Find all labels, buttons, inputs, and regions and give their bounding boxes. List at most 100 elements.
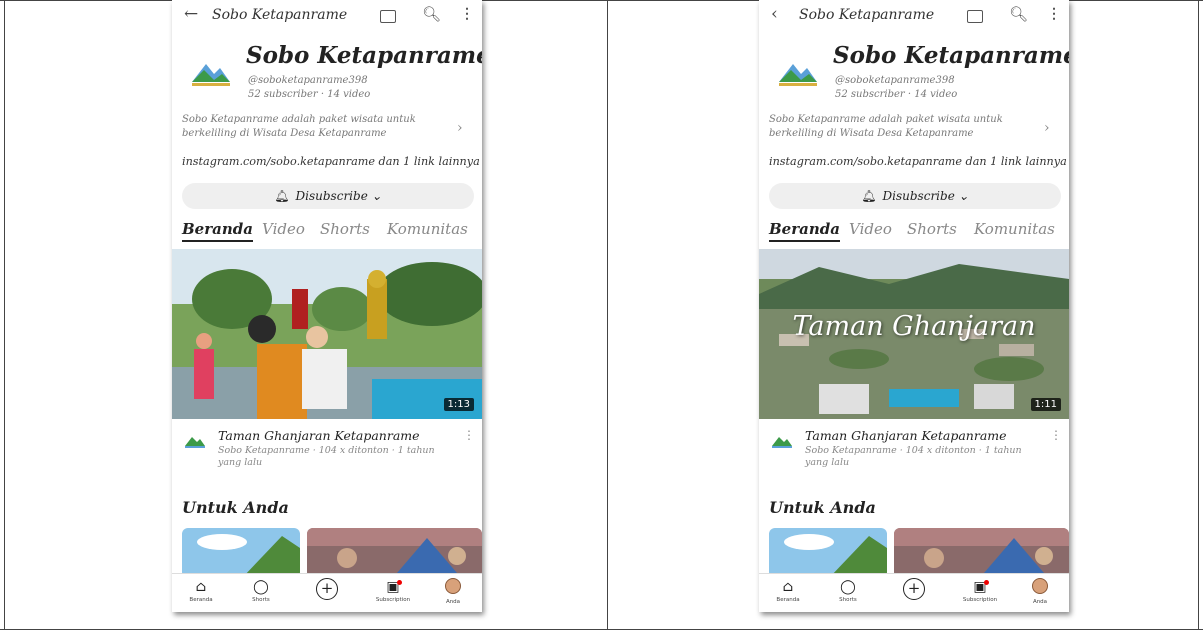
recommendation-image: [769, 528, 887, 578]
more-vert-icon[interactable]: ⋮: [1047, 6, 1061, 22]
more-vert-icon[interactable]: ⋮: [460, 6, 474, 22]
table-right-border: [1198, 0, 1199, 630]
table-middle-border: [607, 0, 608, 630]
search-icon[interactable]: 🔍︎: [1009, 5, 1028, 23]
video-duration: 1:13: [443, 398, 474, 411]
nav-you-label: Anda: [1032, 599, 1048, 605]
channel-description[interactable]: Sobo Ketapanrame adalah paket wisata unt…: [769, 113, 1029, 141]
channel-description[interactable]: Sobo Ketapanrame adalah paket wisata unt…: [182, 113, 442, 141]
recommendation-image: [894, 528, 1069, 578]
nav-subscriptions[interactable]: ▣ Subscription: [368, 578, 418, 603]
shorts-icon: ◯: [840, 579, 856, 595]
video-meta: Sobo Ketapanrame · 104 x ditonton · 1 ta…: [218, 445, 435, 468]
table-left-border: [4, 0, 5, 630]
search-icon[interactable]: 🔍︎: [422, 5, 441, 23]
channel-logo[interactable]: [773, 50, 823, 90]
avatar-icon: [445, 578, 461, 594]
recommendation-thumbnail[interactable]: [182, 528, 300, 578]
chevron-right-icon[interactable]: ›: [1044, 120, 1050, 136]
bottom-navigation: ⌂ Beranda ◯ Shorts + ▣ Subscription Anda: [172, 573, 482, 612]
video-more-icon[interactable]: ⋮: [1050, 428, 1062, 442]
home-icon: ⌂: [195, 579, 207, 595]
video-meta: Sobo Ketapanrame · 104 x ditonton · 1 ta…: [805, 445, 1022, 468]
notification-dot: [984, 580, 989, 585]
back-arrow-icon[interactable]: ←: [184, 4, 198, 24]
tab-beranda[interactable]: Beranda: [769, 220, 840, 242]
nav-you[interactable]: Anda: [1015, 578, 1065, 605]
nav-home[interactable]: ⌂ Beranda: [763, 578, 813, 603]
channel-tabs: Beranda Video Shorts Komunitas: [182, 220, 482, 244]
channel-mini-logo[interactable]: [771, 432, 793, 448]
nav-create[interactable]: +: [889, 578, 939, 600]
cast-icon[interactable]: [967, 10, 983, 23]
nav-subscriptions-label: Subscription: [375, 597, 411, 603]
tab-beranda[interactable]: Beranda: [182, 220, 253, 242]
nav-shorts[interactable]: ◯ Shorts: [823, 578, 873, 603]
subscribe-label: Disubscribe: [295, 189, 368, 203]
nav-subscriptions[interactable]: ▣ Subscription: [955, 578, 1005, 603]
channel-tabs: Beranda Video Shorts Komunitas: [769, 220, 1069, 244]
nav-create[interactable]: +: [302, 578, 352, 600]
recommendation-thumbnail[interactable]: [769, 528, 887, 578]
notification-dot: [397, 580, 402, 585]
nav-subscriptions-label: Subscription: [962, 597, 998, 603]
top-app-bar: ‹ Sobo Ketapanrame 🔍︎ ⋮: [759, 0, 1069, 34]
subscribe-button[interactable]: 🔔︎ Disubscribe ⌄: [769, 183, 1061, 209]
chevron-right-icon[interactable]: ›: [457, 120, 463, 136]
featured-video-thumbnail[interactable]: Taman Ghanjaran 1:11: [759, 249, 1069, 419]
bell-icon: 🔔︎: [274, 189, 290, 203]
video-title[interactable]: Taman Ghanjaran Ketapanrame: [805, 428, 1007, 443]
recommendation-thumbnail[interactable]: [307, 528, 482, 578]
nav-you[interactable]: Anda: [428, 578, 478, 605]
shorts-icon: ◯: [253, 579, 269, 595]
video-overlay-title: Taman Ghanjaran: [792, 311, 1036, 342]
channel-mini-logo[interactable]: [184, 432, 206, 448]
featured-video-thumbnail[interactable]: 1:13: [172, 249, 482, 419]
create-icon: +: [316, 578, 338, 600]
channel-handle: @soboketapanrame398: [248, 75, 368, 86]
channel-stats: 52 subscriber · 14 video: [835, 89, 958, 100]
nav-shorts[interactable]: ◯ Shorts: [236, 578, 286, 603]
nav-you-label: Anda: [445, 599, 461, 605]
nav-shorts-label: Shorts: [839, 597, 857, 603]
video-duration: 1:11: [1030, 398, 1061, 411]
subscriptions-icon: ▣: [973, 579, 987, 595]
avatar-icon: [1032, 578, 1048, 594]
tab-shorts[interactable]: Shorts: [320, 220, 370, 238]
tab-video[interactable]: Video: [849, 220, 892, 238]
phone-screen-1: ← Sobo Ketapanrame 🔍︎ ⋮ Sobo Ketapanrame…: [172, 0, 482, 612]
tab-video[interactable]: Video: [262, 220, 305, 238]
section-title: Untuk Anda: [769, 498, 876, 517]
bottom-navigation: ⌂ Beranda ◯ Shorts + ▣ Subscription Anda: [759, 573, 1069, 612]
nav-home-label: Beranda: [189, 597, 213, 603]
recommendation-thumbnail[interactable]: [894, 528, 1069, 578]
channel-links[interactable]: instagram.com/sobo.ketapanrame dan 1 lin…: [182, 155, 480, 168]
phone-screen-2: ‹ Sobo Ketapanrame 🔍︎ ⋮ Sobo Ketapanrame…: [759, 0, 1069, 612]
video-title[interactable]: Taman Ghanjaran Ketapanrame: [218, 428, 420, 443]
subscribe-label: Disubscribe: [882, 189, 955, 203]
recommendation-image: [182, 528, 300, 578]
channel-handle: @soboketapanrame398: [835, 75, 955, 86]
back-arrow-icon[interactable]: ‹: [771, 4, 778, 24]
tab-shorts[interactable]: Shorts: [907, 220, 957, 238]
chevron-down-icon: ⌄: [958, 189, 969, 203]
section-title: Untuk Anda: [182, 498, 289, 517]
chevron-down-icon: ⌄: [371, 189, 382, 203]
subscriptions-icon: ▣: [386, 579, 400, 595]
channel-links[interactable]: instagram.com/sobo.ketapanrame dan 1 lin…: [769, 155, 1067, 168]
bell-icon: 🔔︎: [861, 189, 877, 203]
nav-home-label: Beranda: [776, 597, 800, 603]
channel-logo[interactable]: [186, 50, 236, 90]
channel-stats: 52 subscriber · 14 video: [248, 89, 371, 100]
subscribe-button[interactable]: 🔔︎ Disubscribe ⌄: [182, 183, 474, 209]
nav-home[interactable]: ⌂ Beranda: [176, 578, 226, 603]
channel-name: Sobo Ketapanrame: [833, 42, 1069, 69]
tab-komunitas[interactable]: Komunitas: [974, 220, 1055, 238]
channel-name: Sobo Ketapanrame: [246, 42, 482, 69]
tab-komunitas[interactable]: Komunitas: [387, 220, 468, 238]
top-app-bar: ← Sobo Ketapanrame 🔍︎ ⋮: [172, 0, 482, 34]
top-bar-title: Sobo Ketapanrame: [212, 7, 348, 23]
cast-icon[interactable]: [380, 10, 396, 23]
home-icon: ⌂: [782, 579, 794, 595]
video-more-icon[interactable]: ⋮: [463, 428, 475, 442]
